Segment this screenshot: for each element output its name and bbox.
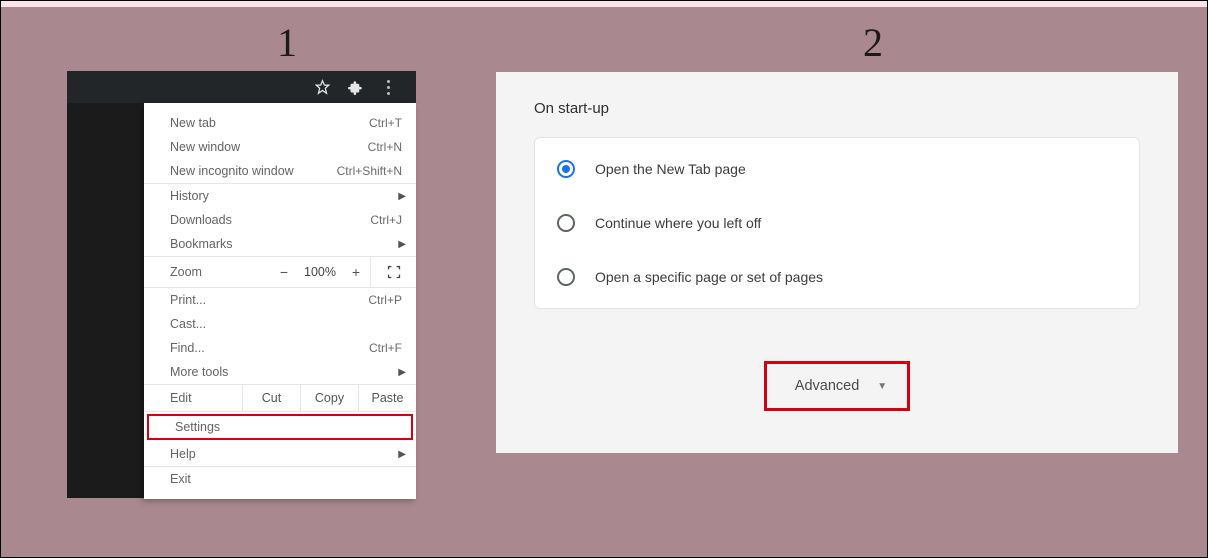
settings-startup-panel: On start-up Open the New Tab page Contin…	[496, 72, 1178, 453]
menu-item-more-tools[interactable]: More tools ▶	[144, 360, 416, 384]
menu-item-help[interactable]: Help ▶	[144, 442, 416, 466]
edit-label: Edit	[170, 391, 242, 405]
menu-item-incognito[interactable]: New incognito window Ctrl+Shift+N	[144, 159, 416, 183]
menu-item-shortcut: Ctrl+Shift+N	[337, 164, 402, 178]
section-title: On start-up	[534, 100, 1140, 117]
menu-item-label: New incognito window	[170, 164, 337, 178]
menu-item-zoom: Zoom − 100% +	[144, 257, 416, 287]
menu-item-edit-row: Edit Cut Copy Paste	[144, 385, 416, 411]
step-number-2: 2	[863, 19, 883, 66]
chevron-right-icon: ▶	[398, 367, 406, 378]
menu-item-shortcut: Ctrl+P	[368, 293, 402, 307]
menu-item-print[interactable]: Print... Ctrl+P	[144, 288, 416, 312]
paste-button[interactable]: Paste	[358, 385, 416, 411]
menu-item-label: Find...	[170, 341, 369, 355]
menu-item-exit[interactable]: Exit	[144, 467, 416, 491]
advanced-label: Advanced	[795, 378, 860, 394]
menu-item-label: Cast...	[170, 317, 402, 331]
menu-item-new-window[interactable]: New window Ctrl+N	[144, 135, 416, 159]
extensions-puzzle-icon[interactable]	[348, 78, 363, 96]
radio-icon[interactable]	[557, 268, 575, 286]
chrome-main-menu: New tab Ctrl+T New window Ctrl+N New inc…	[144, 103, 416, 499]
menu-three-dots-icon[interactable]	[381, 78, 396, 96]
option-continue[interactable]: Continue where you left off	[535, 196, 1139, 250]
option-label: Continue where you left off	[595, 215, 761, 231]
browser-toolbar	[67, 71, 416, 103]
step-number-1: 1	[277, 19, 297, 66]
decorative-top-strip	[1, 1, 1207, 7]
zoom-value: 100%	[298, 265, 342, 279]
menu-item-shortcut: Ctrl+N	[368, 140, 402, 154]
chevron-right-icon: ▶	[398, 239, 406, 250]
option-open-new-tab[interactable]: Open the New Tab page	[535, 142, 1139, 196]
menu-item-label: History	[170, 189, 402, 203]
copy-button[interactable]: Copy	[300, 385, 358, 411]
startup-options-card: Open the New Tab page Continue where you…	[534, 137, 1140, 309]
chevron-right-icon: ▶	[398, 449, 406, 460]
menu-item-bookmarks[interactable]: Bookmarks ▶	[144, 232, 416, 256]
menu-item-label: Exit	[170, 472, 402, 486]
menu-item-label: Help	[170, 447, 402, 461]
fullscreen-button[interactable]	[370, 257, 416, 287]
menu-item-new-tab[interactable]: New tab Ctrl+T	[144, 111, 416, 135]
menu-item-label: More tools	[170, 365, 402, 379]
fullscreen-icon	[387, 265, 401, 279]
menu-item-label: Settings	[175, 420, 397, 434]
menu-item-downloads[interactable]: Downloads Ctrl+J	[144, 208, 416, 232]
chrome-window-panel: New tab Ctrl+T New window Ctrl+N New inc…	[67, 71, 416, 498]
cut-button[interactable]: Cut	[242, 385, 300, 411]
chevron-right-icon: ▶	[398, 191, 406, 202]
menu-item-label: Bookmarks	[170, 237, 402, 251]
menu-item-label: Print...	[170, 293, 368, 307]
bookmark-star-icon[interactable]	[315, 78, 330, 96]
menu-item-history[interactable]: History ▶	[144, 184, 416, 208]
menu-item-shortcut: Ctrl+J	[370, 213, 402, 227]
menu-item-settings[interactable]: Settings	[147, 414, 413, 440]
menu-item-label: New window	[170, 140, 368, 154]
menu-item-label: Downloads	[170, 213, 370, 227]
radio-icon[interactable]	[557, 160, 575, 178]
option-label: Open a specific page or set of pages	[595, 269, 823, 285]
menu-item-find[interactable]: Find... Ctrl+F	[144, 336, 416, 360]
menu-item-cast[interactable]: Cast...	[144, 312, 416, 336]
menu-item-label: New tab	[170, 116, 369, 130]
zoom-out-button[interactable]: −	[270, 264, 298, 280]
menu-item-shortcut: Ctrl+T	[369, 116, 402, 130]
radio-icon[interactable]	[557, 214, 575, 232]
zoom-in-button[interactable]: +	[342, 264, 370, 280]
chevron-down-icon: ▼	[877, 381, 887, 392]
zoom-label: Zoom	[170, 265, 270, 279]
option-specific-page[interactable]: Open a specific page or set of pages	[535, 250, 1139, 304]
option-label: Open the New Tab page	[595, 161, 746, 177]
advanced-toggle[interactable]: Advanced ▼	[764, 361, 910, 411]
menu-item-shortcut: Ctrl+F	[369, 341, 402, 355]
